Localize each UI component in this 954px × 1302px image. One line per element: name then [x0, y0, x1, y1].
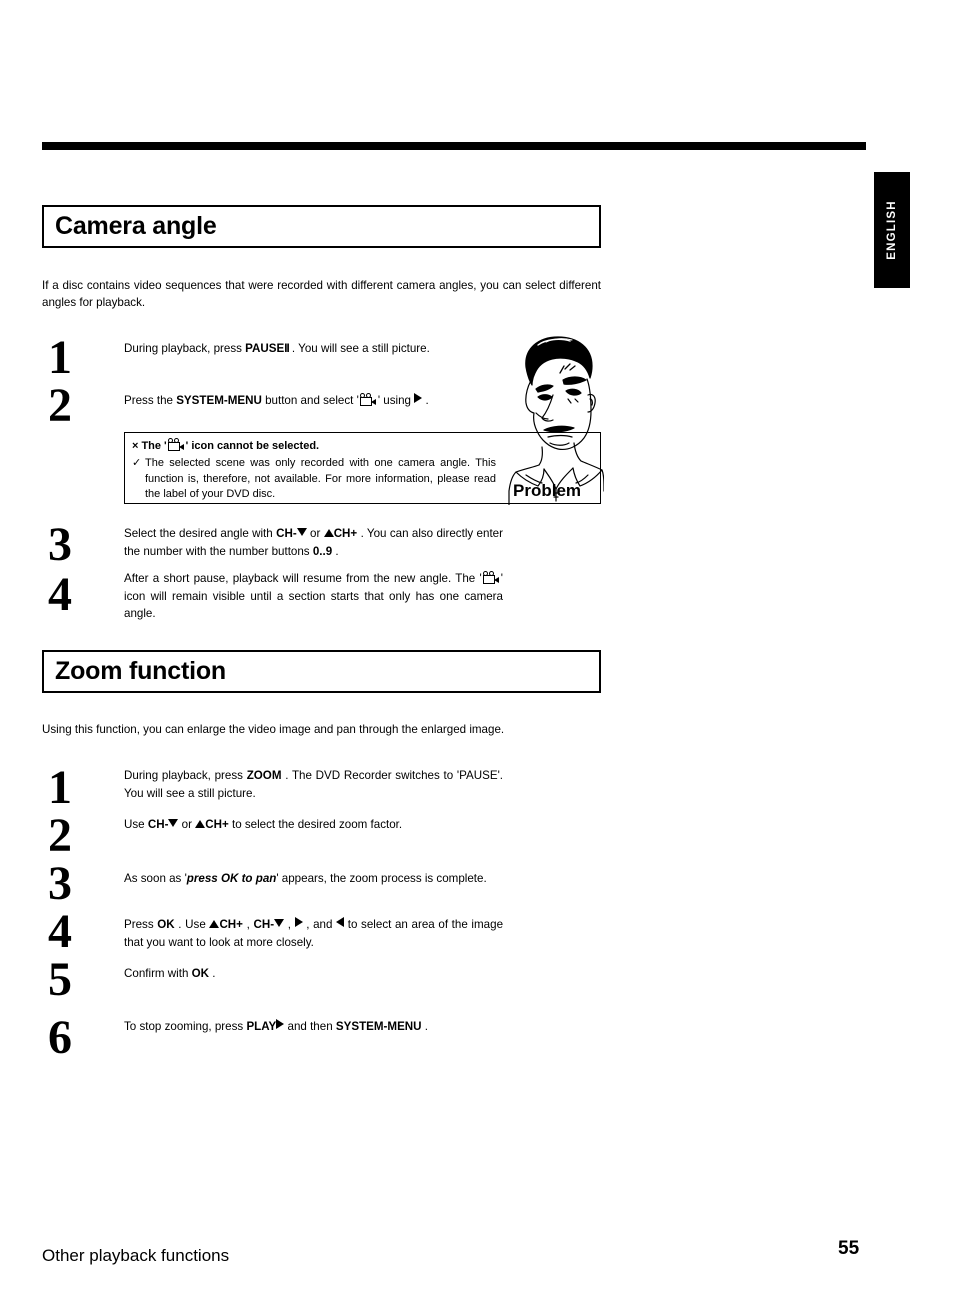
arrow-right-icon	[276, 1019, 285, 1029]
step-number-4: 4	[48, 905, 72, 958]
footer-section-title: Other playback functions	[42, 1246, 230, 1265]
step-number-3: 3	[48, 518, 72, 571]
step-number-4: 4	[48, 568, 72, 621]
problem-solution-text: The selected scene was only recorded wit…	[145, 457, 496, 500]
problem-notice-content: × The ' ' icon cannot be selected. ✓ The se…	[124, 432, 504, 509]
section-heading-camera-angle-label: Camera angle	[55, 212, 217, 240]
arrow-down-icon	[274, 919, 285, 927]
problem-statement: × The ' ' icon cannot be selected.	[132, 438, 496, 454]
step-number-2: 2	[48, 809, 72, 862]
step-text-zoom-function-2: Use CH- or CH+ to select the desired zoo…	[124, 818, 403, 831]
remote-key-label: PAUSE	[245, 342, 285, 355]
remote-key-label: SYSTEM-MENU	[176, 394, 262, 407]
manual-page: ENGLISH Camera angle If a disc contains …	[0, 0, 954, 1302]
header-rule	[42, 142, 866, 150]
remote-key-label: CH+	[333, 527, 358, 540]
step-number-5: 5	[48, 953, 72, 1006]
step-text-camera-angle-4: After a short pause, playback will resum…	[124, 571, 503, 620]
remote-key-label: OK	[157, 918, 175, 931]
arrow-down-icon	[168, 819, 179, 827]
footer-page-number: 55	[838, 1238, 860, 1259]
arrow-up-icon	[195, 820, 206, 828]
remote-key-label: SYSTEM-MENU	[335, 1020, 422, 1033]
onscreen-message: press OK to pan	[186, 872, 277, 885]
remote-key-label: CH+	[219, 918, 243, 931]
pause-icon: II	[284, 342, 290, 355]
remote-key-label: 0..9	[312, 544, 333, 558]
remote-key-label: CH-	[147, 818, 169, 831]
section-heading-zoom-function-label: Zoom function	[55, 657, 226, 685]
step-number-6: 6	[48, 1011, 72, 1064]
language-tab-label: ENGLISH	[886, 200, 899, 260]
problem-statement-suffix: ' icon cannot be selected.	[185, 440, 320, 452]
remote-key-label: CH+	[205, 818, 229, 831]
section-intro-zoom-function: Using this function, you can enlarge the…	[42, 723, 505, 736]
frustrated-man-drawing	[508, 336, 604, 505]
step-number-3: 3	[48, 857, 72, 910]
step-text-zoom-function-1: During playback, press ZOOM . The DVD Re…	[124, 769, 503, 800]
problem-statement-prefix: The '	[141, 440, 167, 452]
arrow-down-icon	[296, 528, 307, 536]
step-number-1: 1	[48, 761, 72, 814]
remote-key-label: PLAY	[246, 1020, 277, 1033]
step-text-zoom-function-5: Confirm with OK .	[124, 967, 216, 980]
cross-icon: ×	[132, 440, 139, 452]
remote-key-label: CH-	[276, 527, 297, 540]
remote-key-label: CH-	[253, 918, 275, 931]
problem-solution: ✓ The selected scene was only recorded wi…	[132, 456, 496, 503]
step-text-zoom-function-4: Press OK . Use CH+ , CH- , , and to sele…	[124, 917, 504, 949]
remote-key-label: OK	[191, 967, 210, 980]
camera-angle-icon	[359, 393, 377, 406]
remote-key-label: ZOOM	[246, 769, 282, 782]
section-heading-camera-angle: Camera angle	[42, 205, 601, 248]
arrow-left-icon	[336, 917, 345, 927]
step-text-camera-angle-1: During playback, press PAUSEII . You wil…	[124, 340, 503, 358]
section-heading-zoom-function: Zoom function	[42, 650, 601, 693]
step-text-zoom-function-6: To stop zooming, press PLAY and then SYS…	[124, 1019, 428, 1033]
arrow-right-icon	[414, 393, 423, 403]
check-icon: ✓	[132, 457, 142, 469]
language-tab-english: ENGLISH	[874, 172, 910, 288]
step-text-camera-angle-2: Press the SYSTEM-MENU button and select …	[124, 393, 429, 407]
camera-angle-icon	[482, 571, 500, 584]
arrow-right-icon	[294, 917, 303, 927]
step-number-2: 2	[48, 379, 72, 432]
arrow-up-icon	[323, 529, 334, 537]
arrow-up-icon	[209, 920, 220, 928]
problem-illustration-label: Problem	[513, 481, 582, 500]
step-number-1: 1	[48, 331, 72, 384]
camera-angle-icon	[167, 438, 185, 451]
step-text-camera-angle-3: Select the desired angle with CH- or CH+…	[124, 527, 503, 558]
section-intro-camera-angle: If a disc contains video sequences that …	[42, 279, 601, 309]
step-text-zoom-function-3: As soon as 'press OK to pan' appears, th…	[124, 872, 487, 885]
